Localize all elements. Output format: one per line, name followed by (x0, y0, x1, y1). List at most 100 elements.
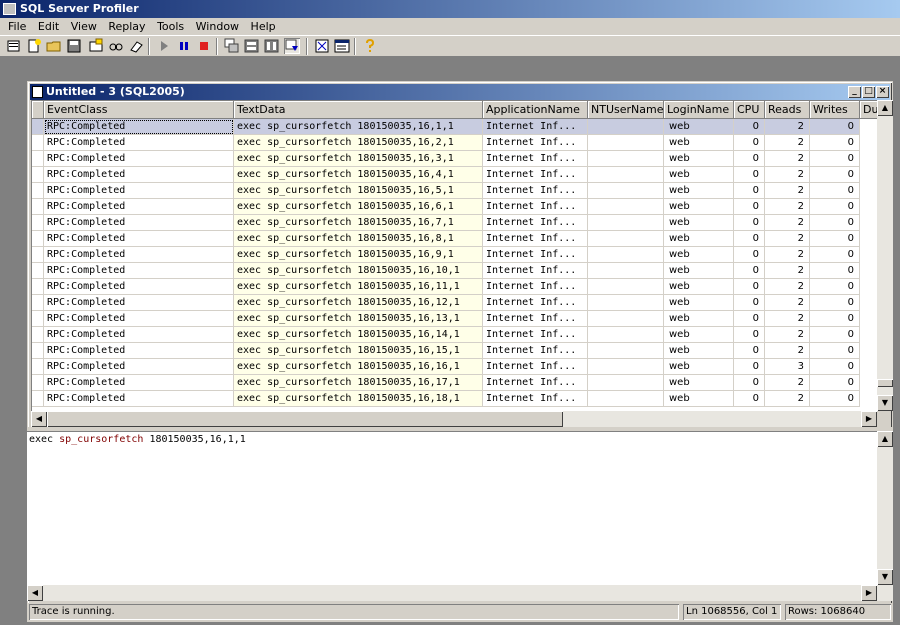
row-indicator (32, 167, 44, 183)
scroll-up-icon[interactable]: ▲ (877, 100, 893, 116)
reads-cell: 2 (765, 327, 810, 343)
ntusername-cell (588, 135, 664, 151)
row-indicator (32, 375, 44, 391)
column-header-cpu[interactable]: CPU (734, 101, 765, 119)
menu-file[interactable]: File (4, 18, 30, 35)
open-icon[interactable] (46, 38, 62, 54)
app-title: SQL Server Profiler (20, 2, 139, 15)
table-row[interactable]: RPC:Completed exec sp_cursorfetch 1801500… (32, 167, 879, 183)
reads-cell: 2 (765, 247, 810, 263)
row-indicator (32, 231, 44, 247)
scroll-down-icon[interactable]: ▼ (877, 569, 893, 585)
scroll-down-icon[interactable]: ▼ (877, 395, 893, 411)
table-row[interactable]: RPC:Completed exec sp_cursorfetch 1801500… (32, 247, 879, 263)
reads-cell: 3 (765, 359, 810, 375)
tile-icon[interactable] (244, 38, 260, 54)
table-row[interactable]: RPC:Completed exec sp_cursorfetch 1801500… (32, 151, 879, 167)
trace-grid[interactable]: EventClass TextData ApplicationName NTUs… (31, 100, 879, 411)
new-trace-icon[interactable] (6, 38, 22, 54)
column-header-reads[interactable]: Reads (765, 101, 810, 119)
scroll-left-icon[interactable]: ◀ (27, 585, 43, 601)
event-class-cell: RPC:Completed (44, 199, 234, 215)
menu-window[interactable]: Window (192, 18, 243, 35)
help-icon[interactable] (362, 38, 378, 54)
login-name-cell: web (664, 311, 734, 327)
maximize-button[interactable]: □ (862, 86, 875, 98)
table-row[interactable]: RPC:Completed exec sp_cursorfetch 1801500… (32, 311, 879, 327)
cpu-cell: 0 (734, 167, 765, 183)
login-name-cell: web (664, 183, 734, 199)
event-class-cell: RPC:Completed (44, 359, 234, 375)
save-icon[interactable] (66, 38, 82, 54)
application-name-cell: Internet Inf... (483, 167, 588, 183)
table-row[interactable]: RPC:Completed exec sp_cursorfetch 1801500… (32, 343, 879, 359)
columns-icon[interactable] (264, 38, 280, 54)
table-row[interactable]: RPC:Completed exec sp_cursorfetch 1801500… (32, 375, 879, 391)
menu-tools[interactable]: Tools (153, 18, 188, 35)
row-indicator (32, 215, 44, 231)
column-header-writes[interactable]: Writes (810, 101, 860, 119)
ntusername-cell (588, 311, 664, 327)
toolbar-separator (354, 38, 356, 55)
table-row[interactable]: RPC:Completed exec sp_cursorfetch 1801500… (32, 231, 879, 247)
cascade-icon[interactable] (224, 38, 240, 54)
menu-help[interactable]: Help (247, 18, 280, 35)
auto-scroll-icon[interactable] (284, 38, 300, 54)
scroll-left-icon[interactable]: ◀ (31, 411, 47, 427)
table-row[interactable]: RPC:Completed exec sp_cursorfetch 1801500… (32, 135, 879, 151)
find-icon[interactable] (108, 38, 124, 54)
table-row[interactable]: RPC:Completed exec sp_cursorfetch 1801500… (32, 391, 879, 407)
grid-horizontal-scrollbar[interactable]: ◀ ▶ (31, 411, 877, 427)
detail-vertical-scrollbar[interactable]: ▲ ▼ (877, 431, 893, 601)
grid-hscroll-thumb[interactable] (47, 411, 563, 427)
scroll-right-icon[interactable]: ▶ (861, 585, 877, 601)
table-row[interactable]: RPC:Completed exec sp_cursorfetch 1801500… (32, 359, 879, 375)
column-header-loginname[interactable]: LoginName (664, 101, 734, 119)
grid-icon[interactable] (334, 38, 350, 54)
run-icon[interactable] (156, 38, 172, 54)
menu-view[interactable]: View (67, 18, 101, 35)
row-indicator (32, 263, 44, 279)
menu-replay[interactable]: Replay (104, 18, 149, 35)
writes-cell: 0 (810, 231, 860, 247)
column-header-textdata[interactable]: TextData (234, 101, 483, 119)
ntusername-cell (588, 199, 664, 215)
textdata-cell: exec sp_cursorfetch 180150035,16,6,1 (234, 199, 483, 215)
textdata-detail-pane[interactable]: exec sp_cursorfetch 180150035,16,1,1 (27, 431, 877, 601)
properties-icon[interactable] (88, 38, 104, 54)
writes-cell: 0 (810, 247, 860, 263)
detail-horizontal-scrollbar[interactable]: ◀ ▶ (27, 585, 877, 601)
stop-icon[interactable] (196, 38, 212, 54)
scroll-up-icon[interactable]: ▲ (877, 431, 893, 447)
menu-edit[interactable]: Edit (34, 18, 63, 35)
table-row[interactable]: RPC:Completed exec sp_cursorfetch 1801500… (32, 263, 879, 279)
table-row[interactable]: RPC:Completed exec sp_cursorfetch 1801500… (32, 279, 879, 295)
column-header-ntusername[interactable]: NTUserName (588, 101, 664, 119)
table-row[interactable]: RPC:Completed exec sp_cursorfetch 1801500… (32, 327, 879, 343)
row-indicator (32, 359, 44, 375)
event-class-cell: RPC:Completed (44, 231, 234, 247)
event-class-cell: RPC:Completed (44, 167, 234, 183)
minimize-button[interactable]: _ (848, 86, 861, 98)
column-header-applicationname[interactable]: ApplicationName (483, 101, 588, 119)
application-name-cell: Internet Inf... (483, 327, 588, 343)
writes-cell: 0 (810, 279, 860, 295)
table-row[interactable]: RPC:Completed exec sp_cursorfetch 1801500… (32, 295, 879, 311)
grid-vertical-scrollbar[interactable]: ▲ ▼ (877, 100, 893, 411)
grid-vscroll-thumb[interactable] (877, 379, 893, 387)
scroll-right-icon[interactable]: ▶ (861, 411, 877, 427)
application-name-cell: Internet Inf... (483, 263, 588, 279)
pause-icon[interactable] (176, 38, 192, 54)
clear-icon[interactable] (128, 38, 144, 54)
row-indicator (32, 295, 44, 311)
ntusername-cell (588, 231, 664, 247)
options-icon[interactable] (314, 38, 330, 54)
new-template-icon[interactable] (26, 38, 42, 54)
table-row[interactable]: RPC:Completed exec sp_cursorfetch 1801500… (32, 119, 879, 135)
column-header-eventclass[interactable]: EventClass (44, 101, 234, 119)
textdata-cell: exec sp_cursorfetch 180150035,16,5,1 (234, 183, 483, 199)
table-row[interactable]: RPC:Completed exec sp_cursorfetch 1801500… (32, 199, 879, 215)
table-row[interactable]: RPC:Completed exec sp_cursorfetch 1801500… (32, 183, 879, 199)
table-row[interactable]: RPC:Completed exec sp_cursorfetch 1801500… (32, 215, 879, 231)
close-button[interactable]: × (876, 86, 889, 98)
